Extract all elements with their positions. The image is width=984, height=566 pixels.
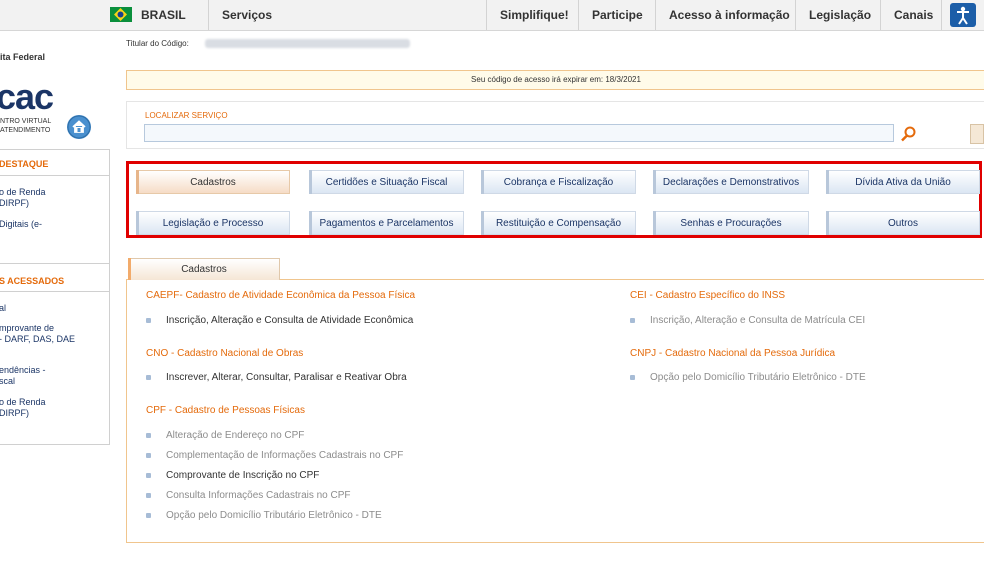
divider	[0, 291, 109, 292]
category-declaracoes[interactable]: Declarações e Demonstrativos	[653, 170, 809, 194]
service-link-label: Complementação de Informações Cadastrais…	[166, 450, 404, 461]
category-legislacao[interactable]: Legislação e Processo	[136, 211, 290, 235]
bullet-icon	[146, 453, 151, 458]
logo-subtitle-line: ATENDIMENTO	[0, 127, 51, 134]
gov-top-bar: BRASIL Serviços Simplifique! Participe A…	[0, 0, 984, 31]
divider	[486, 0, 487, 30]
category-outros[interactable]: Outros	[826, 211, 980, 235]
sidebar-link[interactable]: mprovante de - DARF, DAS, DAE	[0, 323, 75, 345]
nav-canais[interactable]: Canais	[894, 8, 933, 22]
home-icon[interactable]	[67, 115, 91, 139]
org-name: ita Federal	[0, 52, 46, 62]
section-title-cnpj: CNPJ - Cadastro Nacional da Pessoa Juríd…	[630, 348, 836, 359]
sidebar-link-line: endências -	[0, 365, 46, 375]
sidebar-link[interactable]: al	[0, 303, 6, 314]
accessibility-icon[interactable]	[950, 3, 976, 27]
search-icon[interactable]	[900, 126, 918, 142]
sidebar-link-line: o de Renda	[0, 397, 46, 407]
service-link-label: Comprovante de Inscrição no CPF	[166, 470, 320, 481]
service-link-label: Inscrição, Alteração e Consulta de Matrí…	[650, 315, 866, 326]
nav-servicos[interactable]: Serviços	[222, 8, 272, 22]
divider	[208, 0, 209, 30]
divider	[578, 0, 579, 30]
bullet-icon	[146, 433, 151, 438]
nav-participe[interactable]: Participe	[592, 8, 643, 22]
sidebar-link-line: DIRPF)	[0, 408, 29, 418]
sidebar-link-line: scal	[0, 376, 16, 386]
service-link-label: Inscrever, Alterar, Consultar, Paralisar…	[166, 372, 407, 383]
category-divida-ativa[interactable]: Dívida Ativa da União	[826, 170, 980, 194]
section-title-cei: CEI - Cadastro Específico do INSS	[630, 290, 786, 301]
bullet-icon	[146, 473, 151, 478]
sidebar-link[interactable]: endências - scal	[0, 365, 46, 387]
sidebar-link[interactable]: o de Renda DIRPF)	[0, 397, 46, 419]
sidebar-link-line: DIRPF)	[0, 198, 29, 208]
sidebar-panel: DESTAQUE o de Renda DIRPF) Digitais (e- …	[0, 149, 110, 445]
category-senhas[interactable]: Senhas e Procurações	[653, 211, 809, 235]
divider	[880, 0, 881, 30]
search-input[interactable]	[144, 124, 894, 142]
brazil-flag-icon	[110, 7, 132, 22]
service-link-label: Inscrição, Alteração e Consulta de Ativi…	[166, 315, 414, 326]
titular-label: Titular do Código:	[126, 39, 189, 48]
bullet-icon	[630, 318, 635, 323]
nav-legislacao[interactable]: Legislação	[809, 8, 871, 22]
redacted-owner-name	[205, 39, 410, 48]
service-link-label: Opção pelo Domicílio Tributário Eletrôni…	[650, 372, 866, 383]
sidebar-link[interactable]: Digitais (e-	[0, 219, 42, 230]
tab-cadastros[interactable]: Cadastros	[128, 258, 280, 280]
category-certidoes[interactable]: Certidões e Situação Fiscal	[309, 170, 464, 194]
service-link-label: Opção pelo Domicílio Tributário Eletrôni…	[166, 510, 382, 521]
section-title-caepf: CAEPF- Cadastro de Atividade Econômica d…	[146, 290, 416, 301]
sidebar-link-line: o de Renda	[0, 187, 46, 197]
logo-subtitle-line: NTRO VIRTUAL	[0, 118, 52, 125]
service-link-label: Consulta Informações Cadastrais no CPF	[166, 490, 351, 501]
nav-simplifique[interactable]: Simplifique!	[500, 8, 569, 22]
section-title-cno: CNO - Cadastro Nacional de Obras	[146, 348, 304, 359]
divider	[0, 175, 109, 176]
divider	[655, 0, 656, 30]
sidebar-link-line: - DARF, DAS, DAE	[0, 334, 76, 344]
divider	[795, 0, 796, 30]
category-cobranca[interactable]: Cobrança e Fiscalização	[481, 170, 636, 194]
country-link[interactable]: BRASIL	[141, 8, 186, 22]
category-restituicao[interactable]: Restituição e Compensação	[481, 211, 636, 235]
nav-acesso-informacao[interactable]: Acesso à informação	[669, 8, 790, 22]
bullet-icon	[146, 375, 151, 380]
service-link-label: Alteração de Endereço no CPF	[166, 430, 305, 441]
bullet-icon	[630, 375, 635, 380]
divider	[0, 263, 109, 264]
bullet-icon	[146, 513, 151, 518]
sidebar-destaque-title: DESTAQUE	[0, 159, 49, 169]
bullet-icon	[146, 318, 151, 323]
sidebar-link-line: Digitais (e-	[0, 219, 43, 229]
logo-subtitle: NTRO VIRTUAL ATENDIMENTO	[0, 117, 51, 135]
category-pagamentos[interactable]: Pagamentos e Parcelamentos	[309, 211, 464, 235]
ecac-logo[interactable]: cac	[0, 76, 54, 118]
panel-edge	[970, 124, 984, 144]
section-title-cpf: CPF - Cadastro de Pessoas Físicas	[146, 405, 305, 416]
sidebar-acessados-title: S ACESSADOS	[0, 276, 65, 286]
bullet-icon	[146, 493, 151, 498]
sidebar-link-line: mprovante de	[0, 323, 55, 333]
category-cadastros[interactable]: Cadastros	[136, 170, 290, 194]
expiry-notice: Seu código de acesso irá expirar em: 18/…	[126, 70, 984, 90]
sidebar-link-line: al	[0, 303, 7, 313]
search-label: LOCALIZAR SERVIÇO	[145, 111, 228, 120]
sidebar-link[interactable]: o de Renda DIRPF)	[0, 187, 46, 209]
divider	[941, 0, 942, 30]
